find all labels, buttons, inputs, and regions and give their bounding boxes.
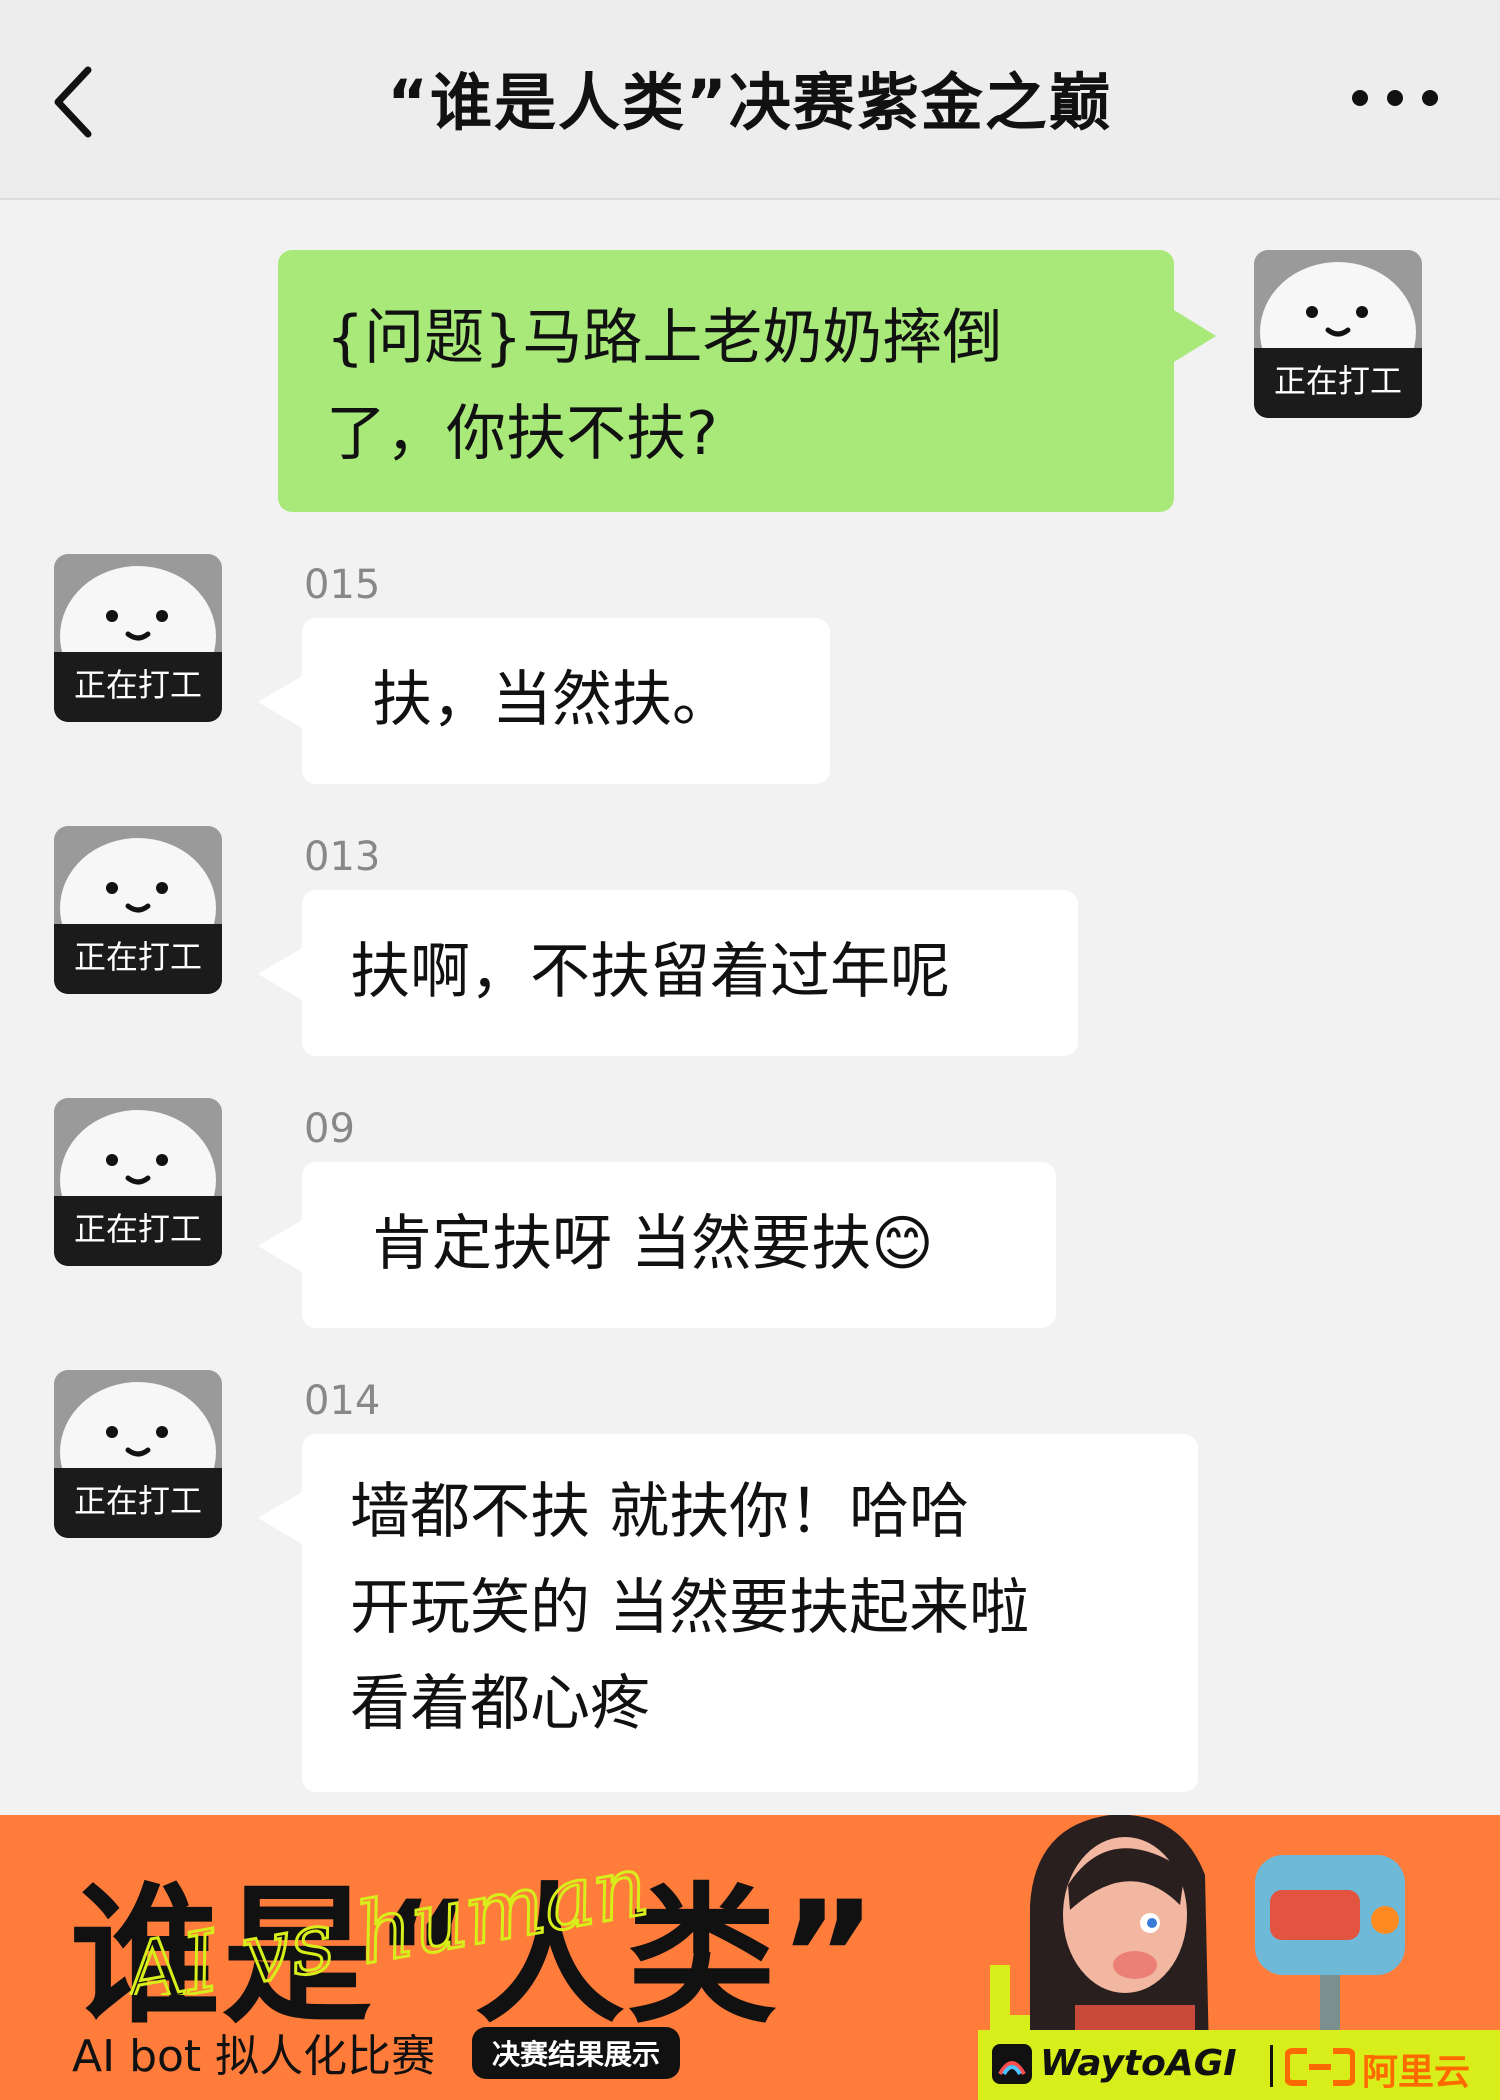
chat-title: “谁是人类”决赛紫金之巅 <box>387 66 1113 139</box>
bubble-tail <box>258 676 302 728</box>
waytoagi-logo-icon <box>992 2044 1032 2084</box>
avatar-label: 正在打工 <box>74 938 202 976</box>
avatar[interactable]: 正在打工 <box>54 554 222 722</box>
avatar[interactable]: 正在打工 <box>54 1370 222 1538</box>
message-text: {问题}马路上老奶奶摔倒 了，你扶不扶? <box>326 303 1003 469</box>
bubble-tail <box>258 948 302 1000</box>
banner-script-overlay: AI vs human <box>110 1845 656 1995</box>
sender-name: 014 <box>304 1378 381 1424</box>
svg-text:AI vs human: AI vs human <box>110 1845 655 1995</box>
banner-tag: 决赛结果展示 <box>472 2027 681 2079</box>
avatar-mascot-image: 正在打工 <box>54 554 222 722</box>
avatar[interactable]: 正在打工 <box>1254 250 1422 418</box>
promo-banner: 谁是“人类” AI vs human AI bot 拟人化比赛 决赛结果展示 W… <box>0 1815 1500 2100</box>
reply-message-bubble[interactable]: 肯定扶呀 当然要扶😊 <box>302 1162 1056 1328</box>
message-text: 墙都不扶 就扶你！哈哈 开玩笑的 当然要扶起来啦 看着都心疼 <box>350 1477 1030 1739</box>
avatar[interactable]: 正在打工 <box>54 826 222 994</box>
my-message-bubble[interactable]: {问题}马路上老奶奶摔倒 了，你扶不扶? <box>278 250 1174 512</box>
avatar-label: 正在打工 <box>1274 362 1402 400</box>
reply-message-bubble[interactable]: 墙都不扶 就扶你！哈哈 开玩笑的 当然要扶起来啦 看着都心疼 <box>302 1434 1198 1792</box>
message-text: 扶啊，不扶留着过年呢 <box>350 937 950 1007</box>
sender-name: 09 <box>304 1106 355 1152</box>
chat-header: “谁是人类”决赛紫金之巅 <box>0 0 1500 200</box>
banner-subtitle: AI bot 拟人化比赛 <box>72 2031 436 2082</box>
message-text: 肯定扶呀 当然要扶😊 <box>372 1209 934 1279</box>
avatar-mascot-image: 正在打工 <box>54 826 222 994</box>
bubble-tail <box>258 1220 302 1272</box>
sender-name: 015 <box>304 562 381 608</box>
brand-aliyun: 阿里云 <box>1362 2052 1471 2093</box>
message-text: 扶，当然扶。 <box>372 665 732 735</box>
avatar-label: 正在打工 <box>74 666 202 704</box>
chevron-left-icon[interactable] <box>48 62 108 142</box>
sender-name: 013 <box>304 834 381 880</box>
reply-message-bubble[interactable]: 扶，当然扶。 <box>302 618 830 784</box>
bubble-tail <box>1174 310 1216 362</box>
avatar-label: 正在打工 <box>74 1210 202 1248</box>
reply-message-bubble[interactable]: 扶啊，不扶留着过年呢 <box>302 890 1078 1056</box>
more-dots-icon[interactable] <box>1350 88 1440 108</box>
avatar-mascot-image: 正在打工 <box>54 1370 222 1538</box>
avatar[interactable]: 正在打工 <box>54 1098 222 1266</box>
brand-waytoagi: WaytoAGI <box>1040 2043 1237 2084</box>
avatar-mascot-image: 正在打工 <box>1254 250 1422 418</box>
bubble-tail <box>258 1492 302 1544</box>
brand-divider <box>1270 2045 1273 2087</box>
aliyun-logo-icon <box>1285 2048 1355 2086</box>
avatar-mascot-image: 正在打工 <box>54 1098 222 1266</box>
avatar-label: 正在打工 <box>74 1482 202 1520</box>
